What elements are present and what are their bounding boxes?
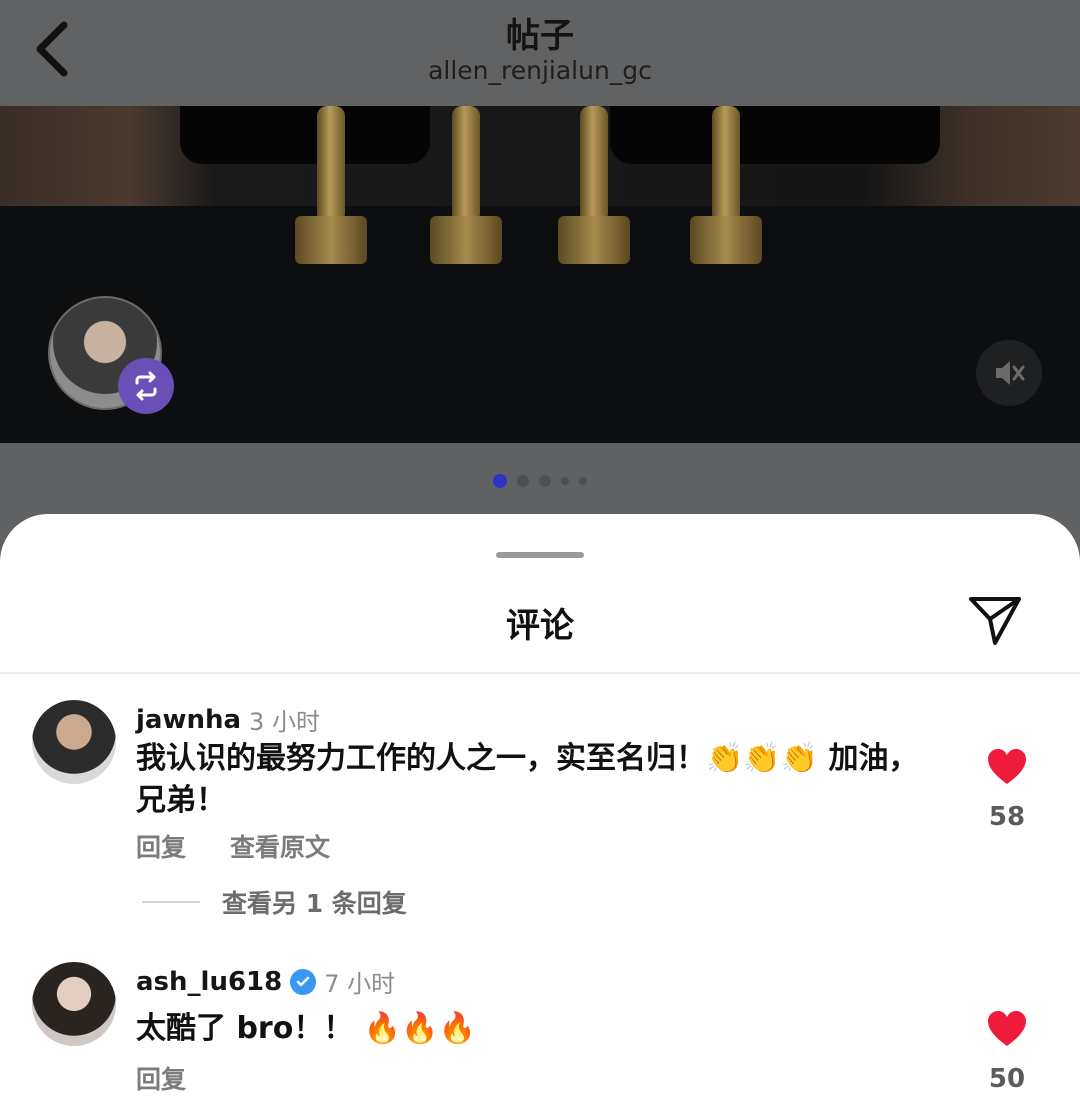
verified-icon xyxy=(290,968,317,995)
media-cloth xyxy=(610,106,940,164)
like-button[interactable]: 58 xyxy=(972,748,1042,832)
speaker-muted-icon xyxy=(996,361,1025,385)
reply-thread-line xyxy=(142,901,200,903)
sheet-title: 评论 xyxy=(506,606,574,646)
avatar[interactable] xyxy=(32,962,116,1046)
carousel-dot xyxy=(517,475,529,487)
comment-text: 我认识的最努力工作的人之一，实至名归！👏👏👏 加油，兄弟！ xyxy=(136,741,919,818)
comment-actions: 回复 查看原文 xyxy=(136,828,330,864)
divider xyxy=(0,672,1080,674)
trophy-image xyxy=(690,106,762,266)
see-original-button[interactable]: 查看原文 xyxy=(230,828,330,864)
mute-button[interactable] xyxy=(976,340,1042,406)
heart-icon xyxy=(988,1011,1026,1046)
repost-badge xyxy=(118,358,174,414)
post-author-username[interactable]: allen_renjialun_gc xyxy=(0,56,1080,85)
view-more-replies[interactable]: 查看另 1 条回复 xyxy=(142,884,407,920)
reply-button[interactable]: 回复 xyxy=(136,1060,186,1096)
comment-actions: 回复 xyxy=(136,1060,186,1096)
carousel-dot xyxy=(579,477,587,485)
reply-button[interactable]: 回复 xyxy=(136,828,186,864)
carousel-dot xyxy=(493,474,507,488)
comment-username[interactable]: jawnha xyxy=(136,705,241,735)
share-button[interactable] xyxy=(962,586,1028,652)
trophy-image xyxy=(430,106,502,266)
sheet-grabber[interactable] xyxy=(496,552,584,558)
comment-header: ash_lu618 7 小时 xyxy=(136,964,395,999)
heart-icon xyxy=(988,749,1026,784)
comment-header: jawnha 3 小时 xyxy=(136,702,320,737)
like-count: 50 xyxy=(988,1064,1026,1094)
carousel-dot xyxy=(561,477,569,485)
carousel-dot xyxy=(539,475,551,487)
comment-time: 3 小时 xyxy=(249,708,320,736)
comments-sheet: 评论 jawnha 3 小时 我认识的最努力工作的人之一，实至名归！👏👏👏 加油… xyxy=(0,514,1080,1113)
repost-icon xyxy=(135,371,157,401)
like-count: 58 xyxy=(988,802,1026,832)
share-icon xyxy=(969,597,1021,645)
trophy-image xyxy=(558,106,630,266)
like-button[interactable]: 50 xyxy=(972,1010,1042,1094)
trophy-image xyxy=(295,106,367,266)
comment-text: 太酷了 bro！！ 🔥🔥🔥 xyxy=(136,1011,476,1046)
top-bar: 帖子 allen_renjialun_gc xyxy=(0,0,1080,106)
post-media[interactable] xyxy=(0,106,1080,443)
page-title: 帖子 xyxy=(506,16,574,56)
screen: 帖子 allen_renjialun_gc 评论 jawnha 3 小时 我认识… xyxy=(0,0,1080,1113)
avatar[interactable] xyxy=(32,700,116,784)
comment-time: 7 小时 xyxy=(324,970,396,998)
view-more-replies-label: 查看另 1 条回复 xyxy=(222,889,407,918)
comment-username[interactable]: ash_lu618 xyxy=(136,967,282,997)
carousel-indicator xyxy=(0,474,1080,488)
